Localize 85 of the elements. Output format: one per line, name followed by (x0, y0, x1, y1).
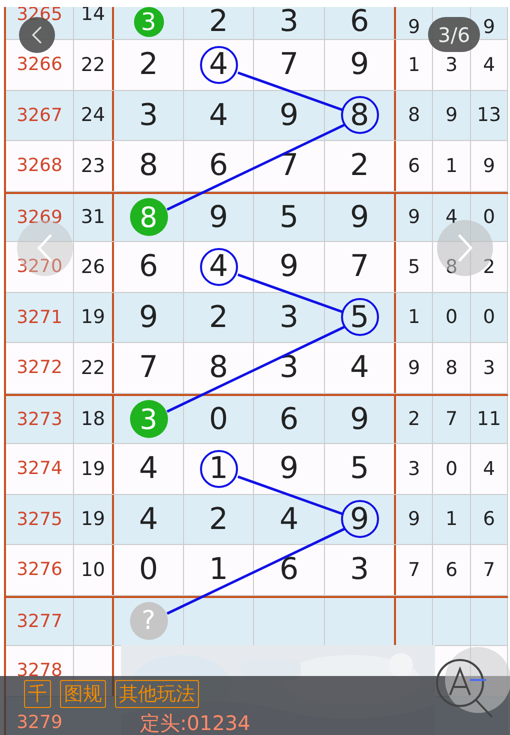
circled-number: 4 (200, 248, 238, 286)
period-cell: 3269 (6, 194, 74, 241)
question-ball: ? (130, 602, 168, 640)
digit-cell: 9 (254, 444, 325, 494)
chevron-left-icon (31, 25, 43, 45)
stat-cell: 4 (471, 444, 508, 494)
digit-cell: 6 (254, 396, 325, 443)
digit-cell: 2 (184, 292, 254, 342)
digit-cell: 0 (184, 396, 254, 443)
stat-cell: 0 (471, 292, 508, 342)
stat-cell: 11 (471, 396, 508, 443)
number-ball: 8 (130, 198, 168, 236)
period-cell: 3275 (6, 494, 74, 544)
digit-cell: 3 (254, 7, 325, 39)
digit-cell: 8 (114, 141, 184, 190)
mode-button[interactable]: 千 (24, 680, 51, 708)
digit-cell: 3 (114, 90, 184, 140)
stat-cell: 6 (396, 141, 433, 190)
digit-cell: 2 (184, 7, 254, 39)
digit-cell: 9 (254, 90, 325, 140)
stat-cell: 8 (433, 242, 471, 292)
digit-cell: 2 (114, 40, 184, 90)
stat-cell: 7 (396, 545, 433, 594)
stat-cell: 9 (396, 494, 433, 544)
digit-cell: 9 (114, 292, 184, 342)
number-ball: 3 (130, 400, 168, 438)
digit-cell: 6 (114, 242, 184, 292)
stat-cell: 7 (433, 396, 471, 443)
digit-cell: 6 (184, 141, 254, 190)
digit-cell: 9 (254, 242, 325, 292)
stat-cell: 4 (433, 194, 471, 241)
stat-cell: 8 (396, 90, 433, 140)
stat-cell: 6 (433, 545, 471, 594)
period-cell: 3270 (6, 242, 74, 292)
digit-cell: 7 (114, 343, 184, 392)
stat-cell: 5 (396, 242, 433, 292)
stat-cell: 9 (396, 343, 433, 392)
stat-cell: 0 (471, 194, 508, 241)
period-cell: 3276 (6, 545, 74, 594)
digit-cell: 3 (254, 292, 325, 342)
stat-cell: 2 (396, 396, 433, 443)
period-cell: 3273 (6, 396, 74, 443)
circled-number: 9 (340, 500, 378, 538)
digit-cell: 8 (184, 343, 254, 392)
period-cell: 3272 (6, 343, 74, 392)
mode-button[interactable]: 其他玩法 (115, 680, 199, 708)
digit-cell: 4 (184, 90, 254, 140)
stat-cell: 8 (433, 343, 471, 392)
digit-cell: 2 (184, 494, 254, 544)
stat-cell: 7 (471, 545, 508, 594)
period-cell-text: 3279 (16, 710, 64, 734)
digit-cell: 0 (114, 545, 184, 594)
digit-cell: 9 (184, 194, 254, 241)
stat-cell: 3 (471, 343, 508, 392)
circled-number: 4 (200, 46, 238, 84)
period-cell: 3274 (6, 444, 74, 494)
circled-number: 5 (340, 298, 378, 336)
digit-cell: 4 (114, 444, 184, 494)
stat-cell: 6 (471, 494, 508, 544)
mode-button[interactable]: 图规 (60, 680, 106, 708)
period-cell: 3267 (6, 90, 74, 140)
period-cell: 3271 (6, 292, 74, 342)
stat-cell: 0 (433, 292, 471, 342)
circled-number: 8 (340, 96, 378, 134)
circled-number: 1 (200, 450, 238, 488)
period-cell: 3268 (6, 141, 74, 190)
digit-cell: 5 (254, 194, 325, 241)
stat-cell: 0 (433, 444, 471, 494)
period-cell: 3277 (6, 598, 74, 645)
stat-cell: 1 (433, 494, 471, 544)
number-ball: 3 (134, 7, 164, 37)
stat-cell: 3 (396, 444, 433, 494)
digit-cell: 4 (254, 494, 325, 544)
stat-cell: 1 (433, 141, 471, 190)
stat-cell: 9 (396, 194, 433, 241)
digit-cell: 6 (254, 545, 325, 594)
stat-cell: 1 (396, 292, 433, 342)
stat-cell: 9 (433, 90, 471, 140)
stat-cell: 9 (471, 141, 508, 190)
note-text: 定头:01234 (140, 710, 250, 735)
digit-cell: 4 (114, 494, 184, 544)
digit-cell: 7 (254, 40, 325, 90)
digit-cell: 1 (184, 545, 254, 594)
stat-cell: 13 (471, 90, 508, 140)
stat-cell: 2 (471, 242, 508, 292)
